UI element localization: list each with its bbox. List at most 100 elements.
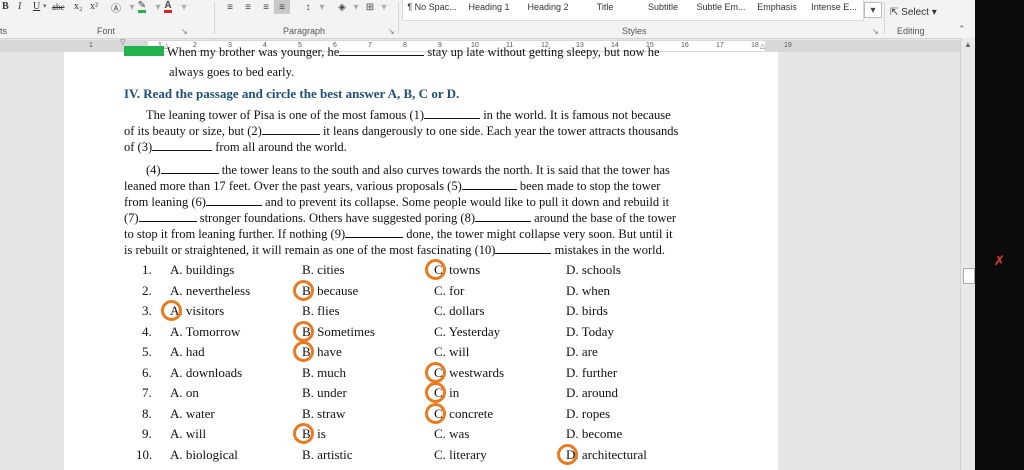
option-b[interactable]: B. under [302,385,347,401]
option-a[interactable]: A. Tomorrow [170,324,240,340]
style-title[interactable]: Title [585,0,625,14]
option-d[interactable]: D. when [566,283,610,299]
option-b[interactable]: B. much [302,365,346,381]
chevron-down-icon[interactable]: ▾ [43,0,47,14]
style-intense-emphasis[interactable]: Intense E... [810,0,858,14]
answer-circle [293,341,314,362]
cursor-select-icon: ⇱ [890,7,899,18]
italic-button[interactable]: I [18,0,21,14]
styles-group-label: Styles [622,26,647,36]
strikethrough-button[interactable]: abc [52,0,65,14]
scroll-up-icon[interactable]: ▲ [964,40,972,49]
question-number: 2. [142,282,152,298]
option-a[interactable]: A. biological [170,447,238,463]
muted-mic-icon: ✗ [994,253,1005,268]
option-a[interactable]: A. nevertheless [170,283,250,299]
passage-line: is rebuilt or straightened, it will rema… [124,243,665,257]
text-effects-icon[interactable]: Ⓐ [108,0,124,15]
style-heading-1[interactable]: Heading 1 [464,0,514,14]
option-c[interactable]: C. for [434,283,464,299]
group-divider [398,2,399,34]
option-c[interactable]: C. Yesterday [434,324,500,340]
option-d[interactable]: D. architectural [566,447,647,463]
option-a[interactable]: A. had [170,344,205,360]
option-b[interactable]: B. flies [302,303,340,319]
question-number: 9. [142,426,152,441]
subscript-button[interactable]: x₂ [74,0,83,14]
document-page[interactable]: When my brother was younger, he stay up … [64,45,778,470]
style-no-spacing[interactable]: ¶ No Spac... [404,0,460,14]
option-b[interactable]: B. artistic [302,447,353,463]
option-d[interactable]: D. become [566,426,622,442]
justify-icon[interactable]: ≡ [274,0,290,14]
option-d[interactable]: D. birds [566,303,608,319]
bold-button[interactable]: B [2,0,9,14]
align-right-icon[interactable]: ≡ [258,0,274,14]
collapse-ribbon-icon[interactable]: ⌃ [958,22,966,36]
passage-line: of its beauty or size, but (2) it leans … [124,124,679,138]
answer-circle [425,402,446,424]
font-color-icon[interactable]: A [160,0,176,14]
option-d[interactable]: D. Today [566,324,614,340]
question-number: 4. [142,323,152,339]
align-center-icon[interactable]: ≡ [240,0,256,14]
question-number: 5. [142,344,152,359]
right-indent-marker[interactable]: △ [760,42,765,52]
option-a[interactable]: A. will [170,426,206,442]
question-number: 7. [142,385,152,400]
style-emphasis[interactable]: Emphasis [754,0,800,14]
option-a[interactable]: A. water [170,406,215,422]
scroll-thumb[interactable] [963,268,975,284]
option-c[interactable]: C. will [434,344,469,360]
answer-circle [161,300,182,321]
option-c[interactable]: C. was [434,426,469,442]
ruler-tick: 16 [681,42,689,49]
font-group-label: Font [97,26,116,36]
group-divider [884,2,885,34]
question-number: 6. [142,364,152,380]
option-a[interactable]: A. downloads [170,365,242,381]
chevron-down-icon[interactable]: ▾ [314,0,330,14]
option-d[interactable]: D. schools [566,262,621,278]
option-c[interactable]: C. dollars [434,303,485,319]
cut-line: When my brother was younger, he stay up … [124,44,660,60]
passage-line: The leaning tower of Pisa is one of the … [146,108,671,122]
option-b[interactable]: B. cities [302,262,345,278]
styles-more-icon[interactable]: ▾ [864,2,882,18]
superscript-button[interactable]: x² [90,0,98,14]
chevron-down-icon[interactable]: ▾ [176,0,192,14]
style-subtle-emphasis[interactable]: Subtle Em... [694,0,748,14]
answer-circle [425,259,446,280]
option-b[interactable]: B. straw [302,406,345,422]
style-heading-2[interactable]: Heading 2 [522,0,574,14]
option-c[interactable]: C. literary [434,447,487,463]
select-button[interactable]: ⇱ Select ▾ [890,6,937,20]
option-d[interactable]: D. further [566,365,617,381]
answer-circle [425,361,446,383]
text-line: always goes to bed early. [169,65,295,79]
styles-launcher-icon[interactable]: ↘ [872,25,879,39]
ribbon-left-fragment: ts [0,26,8,36]
ruler-tick: 17 [716,42,724,49]
answer-circle [557,443,578,465]
vertical-scrollbar[interactable]: ▲ [960,38,975,470]
underline-button[interactable]: U [33,0,40,14]
option-a[interactable]: A. buildings [170,262,234,278]
align-left-icon[interactable]: ≡ [222,0,238,14]
question-number: 1. [142,262,152,277]
style-subtitle[interactable]: Subtitle [640,0,686,14]
paragraph-launcher-icon[interactable]: ↘ [388,25,395,39]
chevron-down-icon[interactable]: ▾ [376,0,392,14]
passage-line: (7) stronger foundations. Others have su… [124,211,677,225]
passage-line: from leaning (6) and to prevent its coll… [124,195,670,209]
option-d[interactable]: D. ropes [566,406,610,422]
passage-line: to stop it from leaning further. If noth… [124,227,673,241]
font-launcher-icon[interactable]: ↘ [181,25,188,39]
highlight-color-icon[interactable]: ✎ [134,0,150,14]
answer-circle [293,320,314,342]
answer-circle [293,423,314,444]
question-number: 3. [142,303,152,318]
option-a[interactable]: A. on [170,385,199,401]
option-d[interactable]: D. around [566,385,618,401]
option-d[interactable]: D. are [566,344,598,360]
